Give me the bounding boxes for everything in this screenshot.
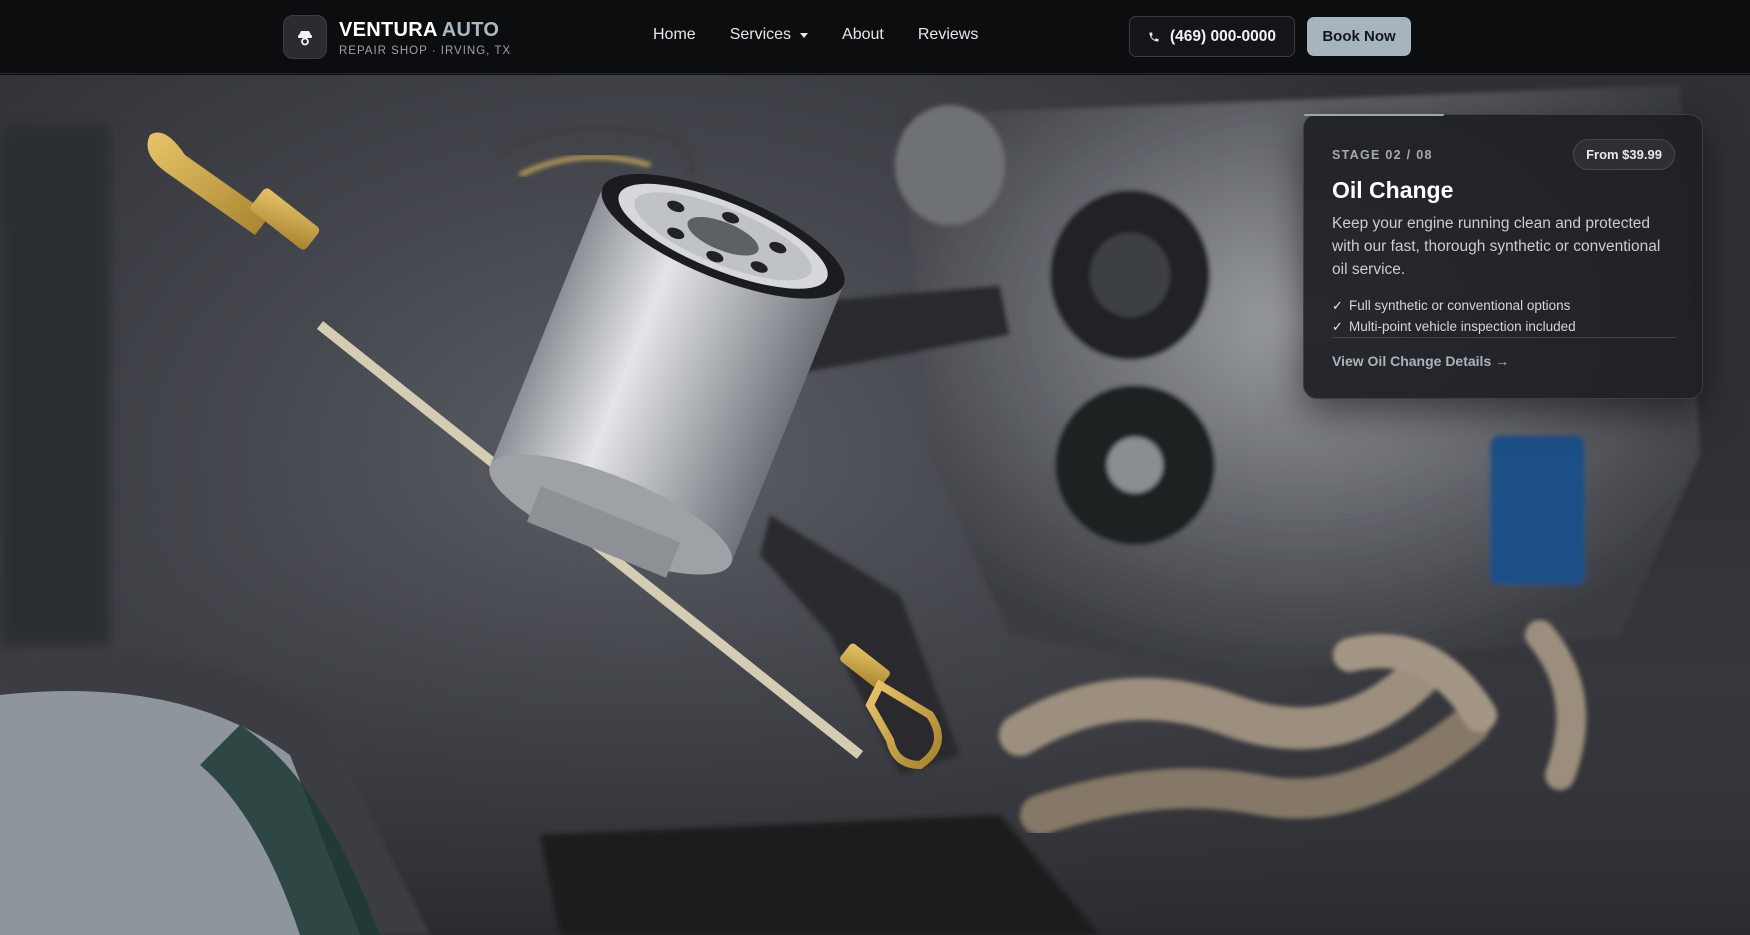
car-icon	[283, 15, 327, 59]
main-nav: Home Services About Reviews	[653, 26, 1012, 44]
nav-item-services[interactable]: Services	[729, 26, 809, 44]
brand-name: VENTURA AUTO	[339, 18, 511, 42]
feature-label: Full synthetic or conventional options	[1349, 298, 1571, 313]
service-title: Oil Change	[1332, 177, 1454, 203]
nav-item-services-label: Services	[729, 26, 792, 43]
nav-item-reviews[interactable]: Reviews	[918, 26, 978, 44]
phone-number: (469) 000-0000	[1170, 27, 1276, 45]
feature-item: ✓ Full synthetic or conventional options	[1332, 295, 1576, 316]
book-now-button[interactable]: Book Now	[1307, 17, 1411, 56]
feature-label: Multi-point vehicle inspection included	[1349, 319, 1576, 334]
view-details-link[interactable]: View Oil Change Details →	[1332, 353, 1509, 369]
feature-list: ✓ Full synthetic or conventional options …	[1332, 295, 1576, 337]
card-divider	[1332, 337, 1676, 338]
phone-icon	[1149, 32, 1159, 41]
brand-subtitle: REPAIR SHOP · IRVING, TX	[339, 44, 512, 57]
chevron-down-icon	[800, 32, 809, 38]
brand-name-accent: AUTO	[441, 18, 500, 41]
price-badge: From $39.99	[1573, 139, 1675, 170]
nav-item-home[interactable]: Home	[653, 26, 696, 44]
service-description: Keep your engine running clean and prote…	[1332, 215, 1661, 278]
card-accent-line	[1304, 114, 1444, 116]
site-header: VENTURA AUTO REPAIR SHOP · IRVING, TX Hom…	[0, 0, 1750, 74]
service-card: STAGE 02 / 08 From $39.99 Oil Change Kee…	[1303, 114, 1703, 399]
brand-name-primary: VENTURA	[339, 18, 438, 41]
check-icon: ✓	[1332, 297, 1343, 313]
stage-indicator: STAGE 02 / 08	[1332, 148, 1433, 162]
nav-item-about[interactable]: About	[842, 26, 884, 44]
brand-logo[interactable]: VENTURA AUTO REPAIR SHOP · IRVING, TX	[283, 15, 511, 59]
hero-section: STAGE 02 / 08 From $39.99 Oil Change Kee…	[0, 75, 1750, 935]
check-icon: ✓	[1332, 318, 1343, 334]
phone-button[interactable]: (469) 000-0000	[1129, 16, 1295, 57]
feature-item: ✓ Multi-point vehicle inspection included	[1332, 316, 1576, 337]
